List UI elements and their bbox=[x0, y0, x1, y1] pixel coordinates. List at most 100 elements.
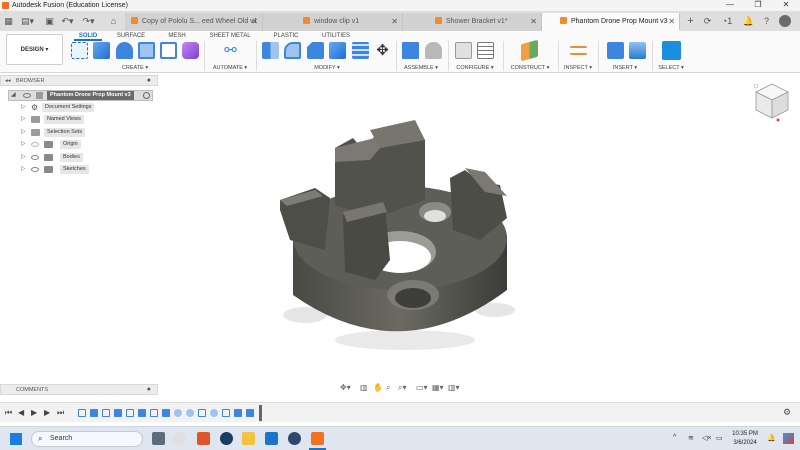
timeline-extrude-icon[interactable] bbox=[234, 409, 242, 417]
redo-icon[interactable]: ↷▾ bbox=[82, 15, 95, 27]
timeline-extrude-icon[interactable] bbox=[138, 409, 146, 417]
battery-icon[interactable]: ▭ bbox=[716, 434, 723, 442]
browser-item-bodies[interactable]: ▷ Bodies bbox=[0, 152, 158, 163]
timeline-back-icon[interactable]: ◀ bbox=[18, 408, 24, 417]
look-at-icon[interactable]: ▥ bbox=[360, 383, 368, 392]
file-menu-icon[interactable]: ▤▾ bbox=[21, 15, 34, 27]
avatar[interactable] bbox=[779, 15, 791, 27]
expand-arrow-icon[interactable]: ▷ bbox=[21, 139, 26, 150]
pattern-icon[interactable] bbox=[160, 42, 177, 59]
create-sketch-icon[interactable] bbox=[71, 42, 88, 59]
timeline-start-icon[interactable]: ⏮ bbox=[5, 408, 12, 418]
help-icon[interactable]: ? bbox=[760, 15, 773, 27]
insert-canvas-icon[interactable] bbox=[629, 42, 646, 59]
brave-browser-icon[interactable] bbox=[197, 432, 210, 445]
chamfer-icon[interactable] bbox=[307, 42, 324, 59]
app-icon[interactable] bbox=[265, 432, 278, 445]
tray-overflow-icon[interactable]: ^ bbox=[673, 434, 676, 441]
press-pull-icon[interactable] bbox=[262, 42, 279, 59]
timeline-marker[interactable] bbox=[259, 405, 262, 421]
timeline-extrude-icon[interactable] bbox=[90, 409, 98, 417]
inspect-menu[interactable]: INSPECT ▾ bbox=[561, 65, 595, 71]
close-tab-icon[interactable]: ✕ bbox=[251, 13, 258, 31]
automate-icon[interactable]: ⚯ bbox=[222, 42, 239, 59]
extensions-icon[interactable]: ⟳ bbox=[701, 15, 714, 27]
browser-header[interactable]: ◂◂ BROWSER ● bbox=[0, 75, 158, 86]
system-clock[interactable]: 10:35 PM 3/6/2024 bbox=[728, 430, 762, 448]
tab-solid[interactable]: SOLID bbox=[74, 31, 102, 41]
notifications-icon[interactable]: 🔔 bbox=[742, 15, 755, 27]
configure-icon[interactable] bbox=[455, 42, 472, 59]
new-component-icon[interactable] bbox=[402, 42, 419, 59]
home-icon[interactable]: ⌂ bbox=[107, 15, 120, 27]
create-menu[interactable]: CREATE ▾ bbox=[110, 65, 160, 71]
close-tab-icon[interactable]: ✕ bbox=[530, 13, 537, 31]
tab-mesh[interactable]: MESH bbox=[164, 31, 190, 41]
undo-icon[interactable]: ↶▾ bbox=[61, 15, 74, 27]
modify-menu[interactable]: MODIFY ▾ bbox=[302, 65, 352, 71]
minimize-button[interactable]: — bbox=[720, 0, 740, 11]
tab-document-1[interactable]: Copy of Pololu S... eed Wheel Old v1 ✕ bbox=[125, 13, 263, 31]
viewports-icon[interactable]: ▥▾ bbox=[448, 383, 460, 392]
browser-item-named-views[interactable]: ▷ Named Views bbox=[0, 114, 158, 125]
revolve-icon[interactable] bbox=[116, 42, 133, 59]
close-tab-icon[interactable]: ✕ bbox=[668, 13, 675, 29]
file-explorer-icon[interactable] bbox=[242, 432, 255, 445]
timeline-sketch-icon[interactable] bbox=[198, 409, 206, 417]
extrude-icon[interactable] bbox=[93, 42, 110, 59]
configuration-table-icon[interactable] bbox=[477, 42, 494, 59]
insert-menu[interactable]: INSERT ▾ bbox=[608, 65, 642, 71]
browser-item-document-settings[interactable]: ▷ ⚙ Document Settings bbox=[0, 102, 158, 113]
timeline-forward-icon[interactable]: ▶ bbox=[44, 408, 50, 417]
notification-bell-icon[interactable]: 🔔 bbox=[767, 434, 776, 442]
comments-pin-icon[interactable]: ● bbox=[147, 385, 151, 395]
save-icon[interactable]: ▣ bbox=[43, 15, 56, 27]
expand-arrow-icon[interactable]: ▷ bbox=[21, 152, 26, 163]
tab-utilities[interactable]: UTILITIES bbox=[318, 31, 354, 41]
visibility-eye-icon[interactable] bbox=[31, 155, 39, 160]
automate-menu[interactable]: AUTOMATE ▾ bbox=[207, 65, 253, 71]
job-status-icon[interactable]: ◔1 bbox=[718, 15, 736, 27]
combine-icon[interactable] bbox=[352, 42, 369, 59]
maximize-button[interactable]: ❐ bbox=[748, 0, 768, 11]
tab-plastic[interactable]: PLASTIC bbox=[270, 31, 302, 41]
taskbar-search-input[interactable]: ⌕ Search bbox=[31, 431, 143, 447]
expand-arrow-icon[interactable]: ▷ bbox=[21, 114, 26, 125]
timeline-fillet-icon[interactable] bbox=[186, 409, 194, 417]
timeline-fillet-icon[interactable] bbox=[174, 409, 182, 417]
timeline-extrude-icon[interactable] bbox=[246, 409, 254, 417]
move-icon[interactable]: ✥ bbox=[374, 42, 391, 59]
pan-icon[interactable]: ✋ bbox=[373, 383, 383, 392]
visibility-eye-icon[interactable] bbox=[31, 142, 39, 147]
browser-root-node[interactable]: ◢ Phantom Drone Prop Mount v3 bbox=[8, 90, 153, 101]
grid-settings-icon[interactable]: ▦▾ bbox=[432, 383, 444, 392]
view-cube[interactable] bbox=[752, 80, 792, 124]
expand-arrow-icon[interactable]: ▷ bbox=[21, 102, 26, 113]
offset-plane-icon[interactable] bbox=[521, 39, 538, 62]
grid-menu-icon[interactable]: ▦ bbox=[2, 15, 15, 27]
timeline-sketch-icon[interactable] bbox=[126, 409, 134, 417]
collapse-panel-icon[interactable]: ◂◂ bbox=[5, 76, 11, 86]
tab-document-active[interactable]: Phantom Drone Prop Mount v3 ✕ bbox=[542, 13, 680, 31]
visibility-eye-icon[interactable] bbox=[31, 167, 39, 172]
tab-document-2[interactable]: window clip v1 ✕ bbox=[263, 13, 403, 31]
close-tab-icon[interactable]: ✕ bbox=[391, 13, 398, 31]
tab-document-3[interactable]: Shower Bracket v1* ✕ bbox=[403, 13, 542, 31]
design-workspace-button[interactable]: DESIGN ▾ bbox=[6, 34, 63, 65]
expand-arrow-icon[interactable]: ▷ bbox=[21, 164, 26, 175]
timeline-sketch-icon[interactable] bbox=[78, 409, 86, 417]
volume-icon[interactable]: ◁× bbox=[702, 434, 711, 442]
timeline-fillet-icon[interactable] bbox=[210, 409, 218, 417]
browser-item-origin[interactable]: ▷ Origin bbox=[0, 139, 158, 150]
timeline-sketch-icon[interactable] bbox=[102, 409, 110, 417]
tab-sheet-metal[interactable]: SHEET METAL bbox=[208, 31, 252, 41]
windows-start-icon[interactable] bbox=[10, 433, 22, 445]
timeline-sketch-icon[interactable] bbox=[150, 409, 158, 417]
visibility-eye-icon[interactable] bbox=[23, 93, 31, 98]
tab-surface[interactable]: SURFACE bbox=[114, 31, 148, 41]
timeline-extrude-icon[interactable] bbox=[162, 409, 170, 417]
measure-icon[interactable] bbox=[570, 46, 587, 55]
chat-icon[interactable] bbox=[173, 432, 186, 445]
browser-item-selection-sets[interactable]: ▷ Selection Sets bbox=[0, 127, 158, 138]
steam-icon[interactable] bbox=[220, 432, 233, 445]
